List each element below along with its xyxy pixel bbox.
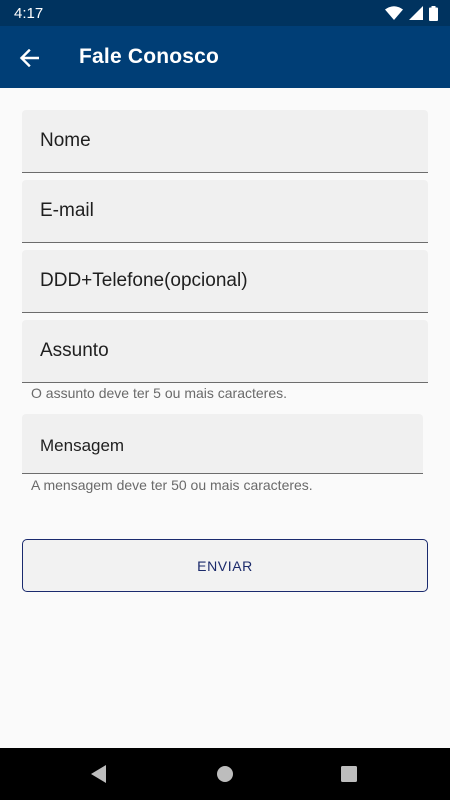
wifi-icon bbox=[385, 6, 403, 20]
email-field[interactable]: E-mail bbox=[22, 180, 428, 243]
page-title: Fale Conosco bbox=[79, 45, 220, 68]
name-field[interactable]: Nome bbox=[22, 110, 428, 173]
navigation-bar bbox=[0, 748, 450, 800]
nav-home-button[interactable] bbox=[213, 762, 237, 786]
app-bar: Fale Conosco bbox=[0, 26, 450, 88]
status-time: 4:17 bbox=[14, 5, 44, 22]
home-circle-icon bbox=[217, 766, 233, 782]
back-triangle-icon bbox=[91, 765, 106, 783]
battery-icon bbox=[429, 5, 438, 21]
status-icons bbox=[385, 4, 438, 22]
subject-field[interactable]: Assunto bbox=[22, 320, 428, 383]
nav-back-button[interactable] bbox=[87, 762, 111, 786]
back-button[interactable] bbox=[14, 43, 44, 73]
phone-field[interactable]: DDD+Telefone(opcional) bbox=[22, 250, 428, 313]
email-field-label: E-mail bbox=[40, 200, 94, 221]
status-bar: 4:17 bbox=[0, 0, 450, 26]
subject-field-label: Assunto bbox=[40, 340, 109, 361]
subject-helper-text: O assunto deve ter 5 ou mais caracteres. bbox=[31, 385, 288, 401]
message-field-label: Mensagem bbox=[40, 436, 125, 455]
nav-recents-button[interactable] bbox=[337, 762, 361, 786]
send-button[interactable]: ENVIAR bbox=[22, 539, 428, 592]
message-field[interactable]: Mensagem bbox=[22, 414, 423, 474]
phone-field-label: DDD+Telefone(opcional) bbox=[40, 270, 248, 291]
name-field-label: Nome bbox=[40, 130, 91, 151]
arrow-back-icon bbox=[19, 49, 39, 67]
recents-square-icon bbox=[341, 766, 357, 782]
cell-signal-icon bbox=[409, 6, 423, 20]
message-helper-text: A mensagem deve ter 50 ou mais caractere… bbox=[31, 477, 313, 493]
